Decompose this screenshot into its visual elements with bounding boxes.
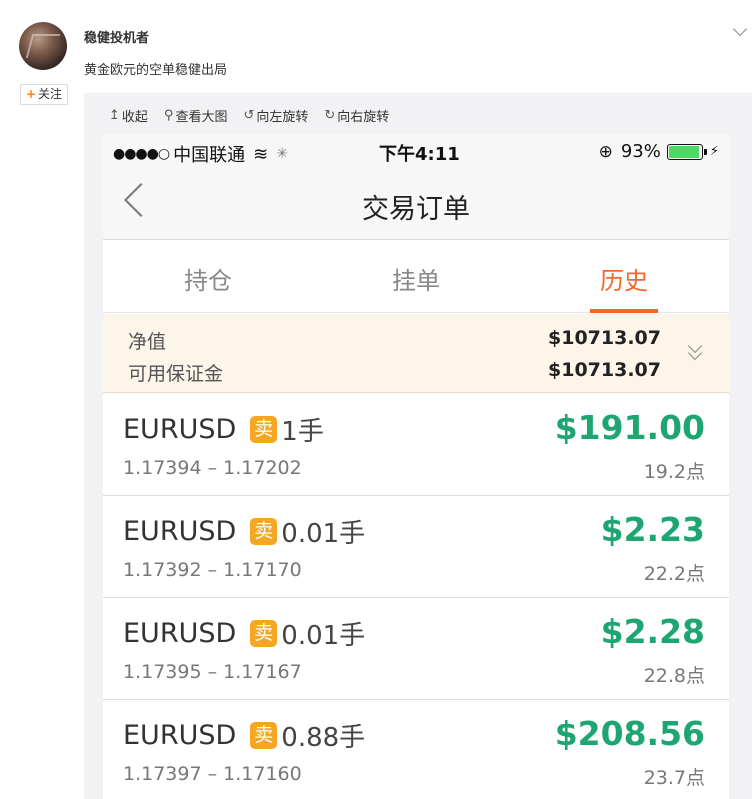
order-lot: 0.01手 xyxy=(281,519,366,549)
battery-percent: 93% xyxy=(620,141,661,162)
order-points: 19.2点 xyxy=(643,461,705,483)
order-row[interactable]: EURUSD 卖 0.88手 $208.56 1.17397 – 1.17160 2… xyxy=(103,700,729,799)
tab-bar: 持仓 挂单 历史 xyxy=(103,241,729,313)
sell-badge: 卖 xyxy=(250,722,278,749)
wifi-icon: ≋ xyxy=(253,143,269,165)
rotate-right-label: 向右旋转 xyxy=(337,109,390,125)
chevron-down-icon[interactable] xyxy=(732,21,748,37)
phone-screenshot[interactable]: ●●●●○ 中国联通 ≋ ✳ 下午4:11 ⊕ 93% ⚡ 交易订单 持仓 挂单… xyxy=(103,134,729,799)
order-row[interactable]: EURUSD 卖 1手 $191.00 1.17394 – 1.17202 19.2… xyxy=(103,394,729,496)
username[interactable]: 稳健投机者 xyxy=(84,27,149,46)
follow-label: 关注 xyxy=(38,87,63,101)
battery-icon xyxy=(666,143,707,160)
status-bar: ●●●●○ 中国联通 ≋ ✳ 下午4:11 ⊕ 93% ⚡ xyxy=(103,134,729,170)
order-price-range: 1.17397 – 1.17160 xyxy=(123,763,302,785)
order-price-range: 1.17394 – 1.17202 xyxy=(123,457,302,479)
order-symbol: EURUSD xyxy=(123,516,237,547)
order-profit: $191.00 xyxy=(554,408,705,447)
view-large-button[interactable]: ⚲ 查看大图 xyxy=(164,105,228,125)
page-title: 交易订单 xyxy=(362,194,470,225)
order-points: 22.2点 xyxy=(643,563,705,585)
equity-label: 净值 xyxy=(128,331,167,353)
rotate-left-label: 向左旋转 xyxy=(256,109,309,125)
sell-badge: 卖 xyxy=(250,416,278,443)
collapse-button[interactable]: ↥ 收起 xyxy=(109,105,148,125)
order-points: 23.7点 xyxy=(643,767,705,789)
margin-label: 可用保证金 xyxy=(128,363,224,385)
image-toolbar: ↥ 收起 ⚲ 查看大图 ↺ 向左旋转 ↻ 向右旋转 xyxy=(109,105,405,125)
view-large-label: 查看大图 xyxy=(175,109,228,125)
order-points: 22.8点 xyxy=(643,665,705,687)
order-lot: 0.88手 xyxy=(281,723,366,753)
collapse-label: 收起 xyxy=(121,109,148,125)
order-symbol: EURUSD xyxy=(123,414,237,445)
nav-bar: 交易订单 xyxy=(103,170,729,240)
tab-positions[interactable]: 持仓 xyxy=(148,261,268,296)
equity-value: $10713.07 xyxy=(548,327,661,349)
carrier-name: 中国联通 xyxy=(173,145,246,166)
order-lot: 0.01手 xyxy=(281,621,366,651)
plus-icon: + xyxy=(25,87,37,101)
avatar[interactable] xyxy=(19,22,67,70)
zoom-icon: ⚲ xyxy=(163,107,174,123)
order-price-range: 1.17392 – 1.17170 xyxy=(123,559,302,581)
order-symbol: EURUSD xyxy=(123,618,237,649)
order-lot: 1手 xyxy=(281,417,324,447)
active-tab-indicator xyxy=(590,309,658,313)
tab-history[interactable]: 历史 xyxy=(564,261,684,296)
expand-chevron-icon[interactable] xyxy=(687,338,703,363)
order-row[interactable]: EURUSD 卖 0.01手 $2.28 1.17395 – 1.17167 22.… xyxy=(103,598,729,700)
rotate-left-icon: ↺ xyxy=(243,107,255,123)
follow-button[interactable]: + 关注 xyxy=(20,84,68,105)
order-price-range: 1.17395 – 1.17167 xyxy=(123,661,302,683)
rotate-right-button[interactable]: ↻ 向右旋转 xyxy=(324,105,389,125)
tab-pending[interactable]: 挂单 xyxy=(356,261,476,296)
account-summary[interactable]: 净值 $10713.07 可用保证金 $10713.07 xyxy=(103,314,729,393)
signal-icon: ●●●●○ xyxy=(113,146,170,162)
rotate-left-button[interactable]: ↺ 向左旋转 xyxy=(243,105,308,125)
margin-value: $10713.07 xyxy=(548,359,661,381)
sell-badge: 卖 xyxy=(250,620,278,647)
order-symbol: EURUSD xyxy=(123,720,237,751)
post-text: 黄金欧元的空单稳健出局 xyxy=(84,63,228,78)
rotation-lock-icon: ⊕ xyxy=(598,141,613,162)
collapse-icon: ↥ xyxy=(109,107,120,123)
order-profit: $2.28 xyxy=(600,612,705,651)
rotate-right-icon: ↻ xyxy=(324,107,336,123)
order-row[interactable]: EURUSD 卖 0.01手 $2.23 1.17392 – 1.17170 22.… xyxy=(103,496,729,598)
charging-icon: ⚡ xyxy=(709,144,719,159)
order-profit: $2.23 xyxy=(600,510,705,549)
loading-icon: ✳ xyxy=(276,146,288,162)
sell-badge: 卖 xyxy=(250,518,278,545)
status-time: 下午4:11 xyxy=(379,144,460,165)
order-profit: $208.56 xyxy=(554,714,705,753)
